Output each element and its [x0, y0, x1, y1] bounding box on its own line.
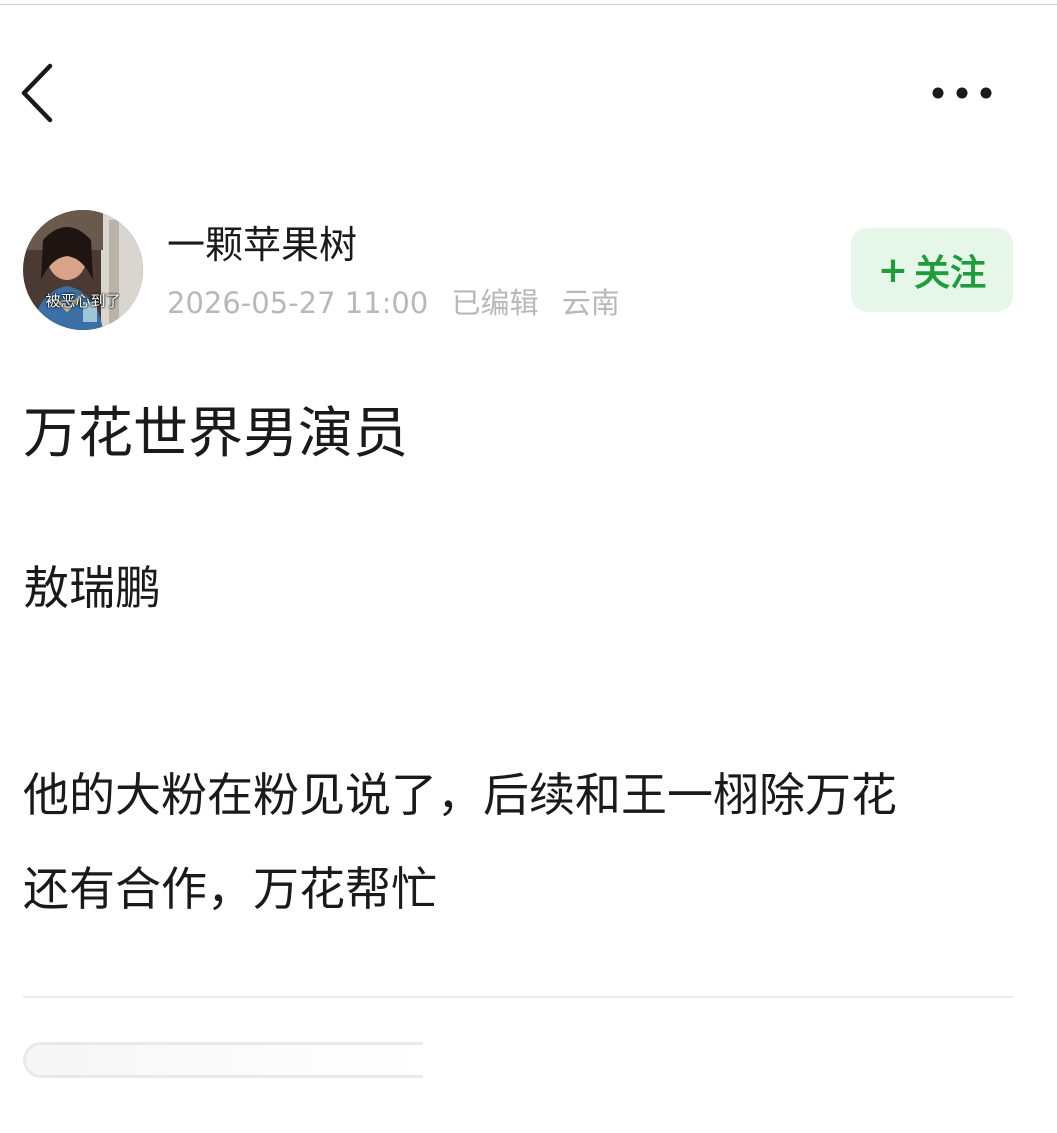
more-horizontal-icon — [932, 87, 992, 99]
avatar-caption: 被恶心到了 — [45, 292, 121, 310]
chevron-left-icon — [21, 63, 53, 123]
post-title: 万花世界男演员 — [23, 401, 409, 465]
post-date: 2026-05-27 11:00 — [167, 286, 429, 320]
post-location: 云南 — [561, 286, 620, 320]
follow-label: 关注 — [914, 253, 987, 294]
author-name[interactable]: 一颗苹果树 — [167, 222, 357, 268]
avatar-photo — [23, 210, 143, 330]
follow-button[interactable]: + 关注 — [851, 228, 1013, 312]
edited-label: 已编辑 — [451, 286, 539, 320]
post-paragraph-2-line-2: 还有合作，万花帮忙 — [23, 862, 437, 916]
more-options-button[interactable] — [922, 72, 1002, 114]
back-button[interactable] — [14, 58, 66, 128]
comment-input[interactable] — [23, 1042, 423, 1078]
plus-icon: + — [877, 249, 909, 291]
post-meta: 2026-05-27 11:00 已编辑 云南 — [167, 283, 634, 323]
post-paragraph-2: 他的大粉在粉见说了，后续和王一栩除万花 还有合作，万花帮忙 — [23, 748, 1013, 936]
content-divider — [23, 996, 1013, 998]
top-nav-bar — [0, 0, 1057, 180]
post-paragraph-2-line-1: 他的大粉在粉见说了，后续和王一栩除万花 — [23, 768, 897, 822]
post-paragraph-1: 敖瑞鹏 — [23, 561, 161, 615]
author-avatar[interactable]: 被恶心到了 — [23, 210, 143, 330]
